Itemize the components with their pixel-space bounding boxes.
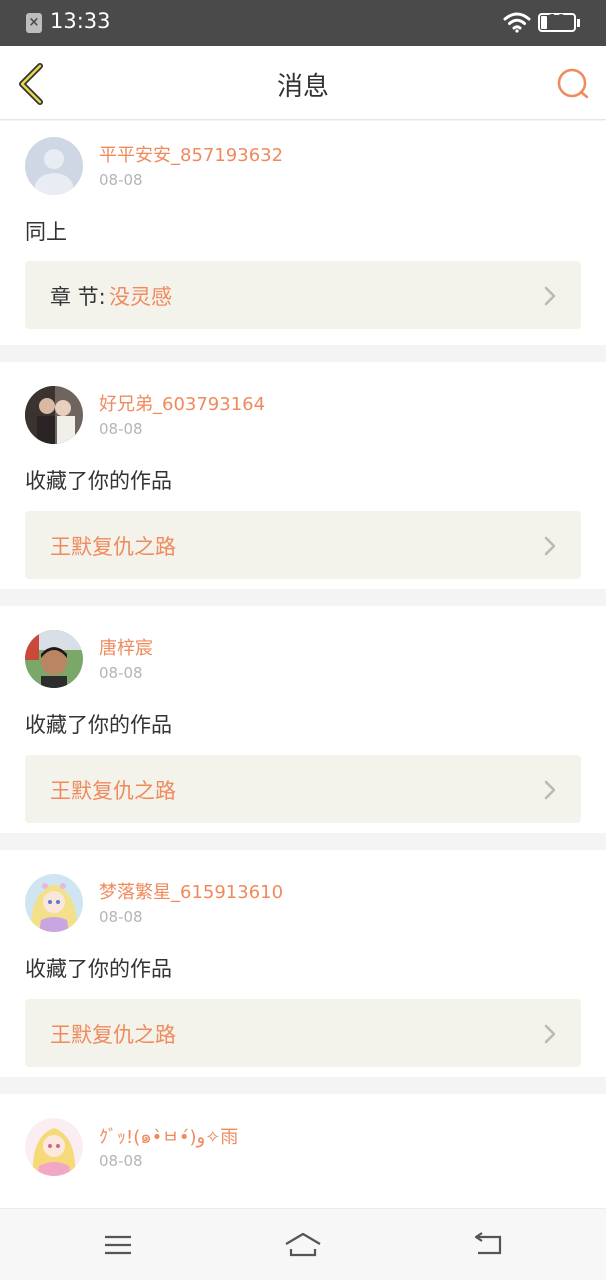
photo-avatar-icon [25, 630, 83, 688]
link-title: 王默复仇之路 [50, 779, 176, 803]
message-item: 梦落繁星_615913610 08-08 收藏了你的作品 王默复仇之路 [0, 850, 606, 1077]
avatar[interactable] [25, 1118, 83, 1176]
battery-indicator: 19 [538, 13, 580, 32]
username[interactable]: 好兄弟_603793164 [99, 390, 265, 416]
username[interactable]: 唐梓宸 [99, 634, 153, 660]
chevron-right-icon [544, 536, 556, 556]
system-navigation-bar [0, 1208, 606, 1280]
message-date: 08-08 [99, 1152, 143, 1170]
message-item: 唐梓宸 08-08 收藏了你的作品 王默复仇之路 [0, 606, 606, 833]
message-date: 08-08 [99, 664, 143, 682]
photo-avatar-icon [25, 386, 83, 444]
chevron-right-icon [544, 780, 556, 800]
notification-blocked-icon: × [26, 13, 42, 33]
link-title: 王默复仇之路 [50, 535, 176, 559]
message-item: 好兄弟_603793164 08-08 收藏了你的作品 王默复仇之路 [0, 362, 606, 589]
home-icon[interactable] [283, 1229, 323, 1261]
default-avatar-icon [25, 137, 83, 195]
link-title: 王默复仇之路 [50, 1023, 176, 1047]
work-link[interactable]: 王默复仇之路 [25, 511, 581, 579]
status-bar: × 13:33 19 [0, 0, 606, 46]
menu-icon[interactable] [98, 1229, 138, 1261]
username[interactable]: ｸﾞｯ!(๑•̀ㅂ•́)و✧雨 [99, 1122, 238, 1151]
battery-nub [577, 19, 580, 27]
avatar[interactable] [25, 137, 83, 195]
work-link[interactable]: 王默复仇之路 [25, 755, 581, 823]
page-title: 消息 [276, 72, 329, 102]
link-prefix: 章 节: [50, 285, 106, 309]
message-list: 平平安安_857193632 08-08 同上 章 节: 没灵感 好兄弟_603… [0, 121, 606, 1280]
wifi-icon [503, 12, 531, 33]
message-text: 收藏了你的作品 [25, 469, 172, 493]
navigation-bar: 消息 [0, 46, 606, 120]
search-icon[interactable] [555, 66, 591, 102]
message-date: 08-08 [99, 908, 143, 926]
message-text: 收藏了你的作品 [25, 713, 172, 737]
chevron-right-icon [544, 1024, 556, 1044]
message-text: 收藏了你的作品 [25, 957, 172, 981]
work-link[interactable]: 王默复仇之路 [25, 999, 581, 1067]
avatar[interactable] [25, 874, 83, 932]
back-arrow-icon[interactable] [468, 1229, 508, 1261]
message-date: 08-08 [99, 420, 143, 438]
message-text: 同上 [25, 220, 67, 244]
message-item: 平平安安_857193632 08-08 同上 章 节: 没灵感 [0, 121, 606, 345]
message-date: 08-08 [99, 171, 143, 189]
chevron-right-icon [544, 286, 556, 306]
username[interactable]: 梦落繁星_615913610 [99, 878, 283, 904]
status-time: 13:33 [50, 9, 111, 33]
link-title: 没灵感 [109, 285, 172, 309]
avatar[interactable] [25, 386, 83, 444]
anime-avatar-icon [25, 1118, 83, 1176]
anime-avatar-icon [25, 874, 83, 932]
avatar[interactable] [25, 630, 83, 688]
username[interactable]: 平平安安_857193632 [99, 141, 283, 167]
work-link[interactable]: 章 节: 没灵感 [25, 261, 581, 329]
battery-level: 19 [547, 13, 567, 28]
